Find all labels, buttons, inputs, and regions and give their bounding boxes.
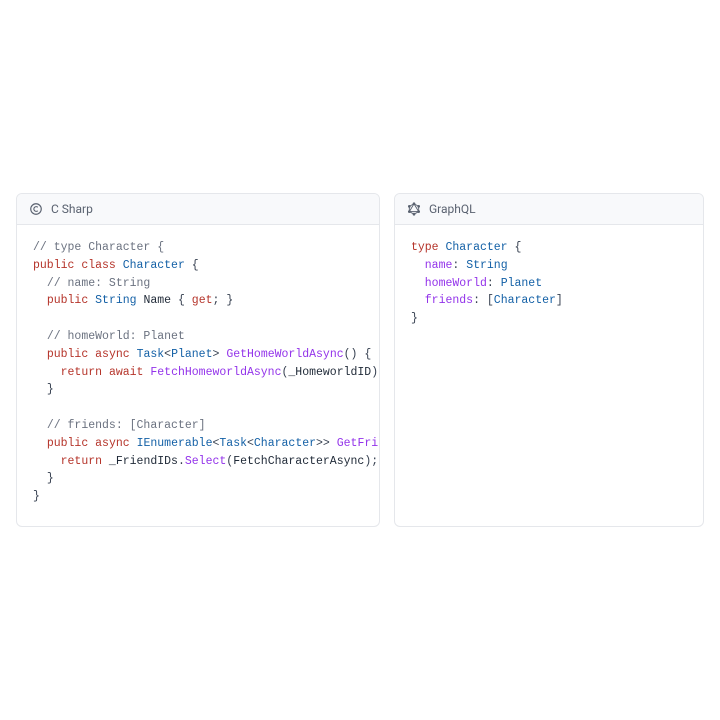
csharp-panel-title: C Sharp: [51, 202, 93, 216]
csharp-icon: [29, 202, 43, 216]
graphql-panel-header: GraphQL: [395, 194, 703, 225]
csharp-code-block: // type Character { public class Charact…: [17, 225, 379, 526]
csharp-panel: C Sharp // type Character { public class…: [16, 193, 380, 527]
graphql-panel: GraphQL type Character { name: String ho…: [394, 193, 704, 527]
graphql-panel-title: GraphQL: [429, 202, 476, 216]
graphql-icon: [407, 202, 421, 216]
graphql-code-block: type Character { name: String homeWorld:…: [395, 225, 703, 348]
csharp-panel-header: C Sharp: [17, 194, 379, 225]
code-comparison-container: C Sharp // type Character { public class…: [0, 177, 720, 543]
